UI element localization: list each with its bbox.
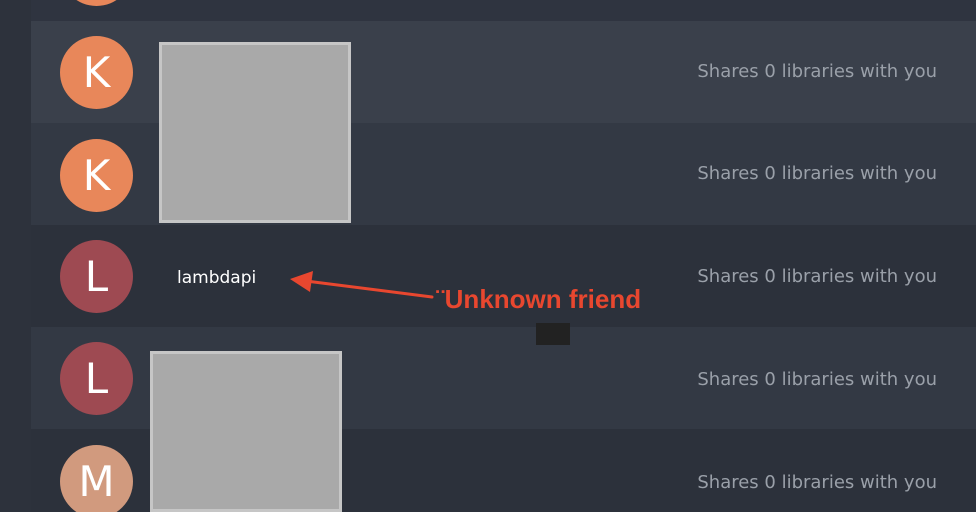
avatar-initial: L xyxy=(84,251,109,301)
redaction-box xyxy=(536,323,570,345)
redaction-box xyxy=(150,351,342,512)
annotation-label: ¨Unknown friend xyxy=(436,284,642,314)
avatar-initial: K xyxy=(82,47,111,97)
redaction-box xyxy=(159,42,351,223)
friend-avatar[interactable]: M xyxy=(60,445,133,512)
avatar-initial: M xyxy=(78,456,115,506)
friend-name[interactable]: lambdapi xyxy=(177,267,256,289)
shared-libraries-count: Shares 0 libraries with you xyxy=(697,61,937,82)
left-sidebar-edge xyxy=(0,0,31,512)
shared-libraries-count: Shares 0 libraries with you xyxy=(697,163,937,184)
friends-list-screen: K Shares 0 libraries with you K Shares 0… xyxy=(0,0,976,512)
avatar-initial: L xyxy=(84,353,109,403)
friend-avatar[interactable]: L xyxy=(60,342,133,415)
shared-libraries-count: Shares 0 libraries with you xyxy=(697,266,937,287)
shared-libraries-count: Shares 0 libraries with you xyxy=(697,369,937,390)
avatar-initial: K xyxy=(82,150,111,200)
friend-avatar[interactable]: K xyxy=(60,139,133,212)
friend-avatar[interactable]: K xyxy=(60,36,133,109)
friend-avatar[interactable] xyxy=(60,0,133,6)
shared-libraries-count: Shares 0 libraries with you xyxy=(697,472,937,493)
friend-avatar[interactable]: L xyxy=(60,240,133,313)
friend-row[interactable] xyxy=(31,0,976,21)
